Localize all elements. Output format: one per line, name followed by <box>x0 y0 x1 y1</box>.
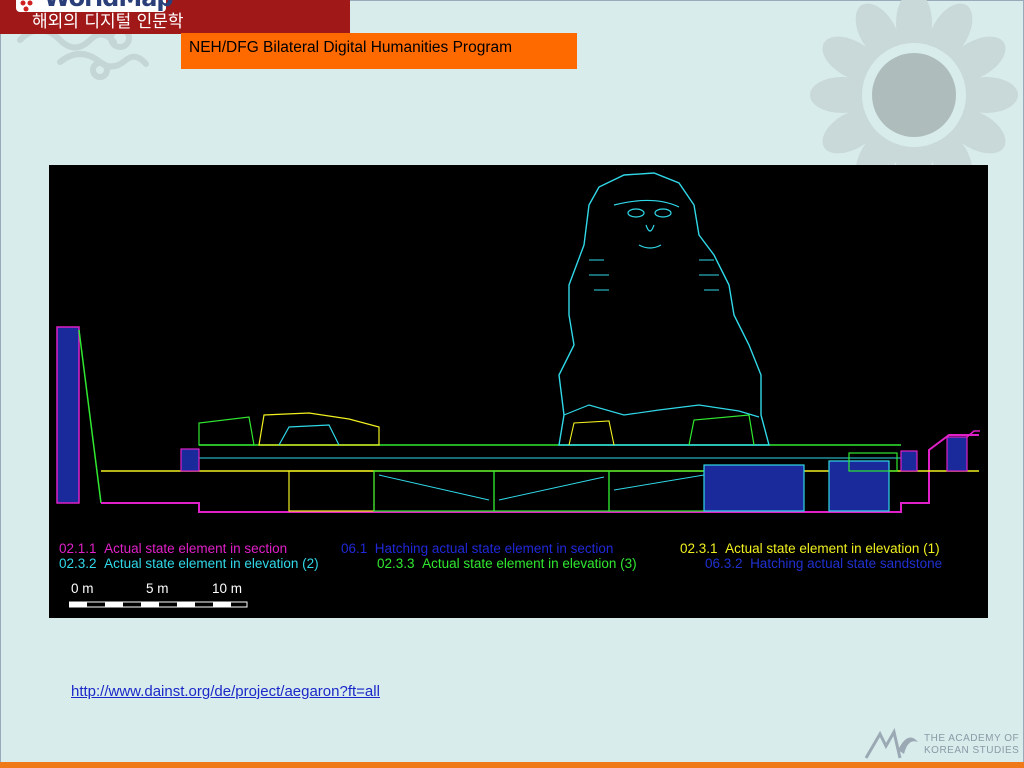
brand-banner: WorldMap 해외의 디지털 인문학 <box>0 0 350 34</box>
banner-subtitle: 해외의 디지털 인문학 <box>32 12 184 32</box>
scale-label-5m: 5 m <box>146 581 169 596</box>
legend-item-02-3-1: 02.3.1 Actual state element in elevation… <box>680 541 940 556</box>
source-link[interactable]: http://www.dainst.org/de/project/aegaron… <box>71 683 380 700</box>
bottom-accent-line <box>0 762 1024 768</box>
legend-item-06-3-2: 06.3.2 Hatching actual state sandstone <box>705 556 943 571</box>
program-title: NEH/DFG Bilateral Digital Humanities Pro… <box>181 33 577 69</box>
academy-logo-icon <box>864 728 918 759</box>
legend-item-02-3-2: 02.3.2 Actual state element in elevation… <box>59 556 319 571</box>
scale-bar <box>69 601 248 608</box>
sphinx-outline <box>558 172 770 446</box>
legend-item-06-1: 06.1 Hatching actual state element in se… <box>341 541 614 556</box>
sphinx-elevation-drawing: 02.1.1 Actual state element in section 0… <box>49 165 988 618</box>
legend-item-02-1-1: 02.1.1 Actual state element in section <box>59 541 288 556</box>
scale-label-0m: 0 m <box>71 581 94 596</box>
left-wall <box>56 326 80 504</box>
scale-label-10m: 10 m <box>212 581 243 596</box>
academy-name: THE ACADEMY OF KOREAN STUDIES <box>924 733 1020 756</box>
legend-item-02-3-3: 02.3.3 Actual state element in elevation… <box>377 556 637 571</box>
